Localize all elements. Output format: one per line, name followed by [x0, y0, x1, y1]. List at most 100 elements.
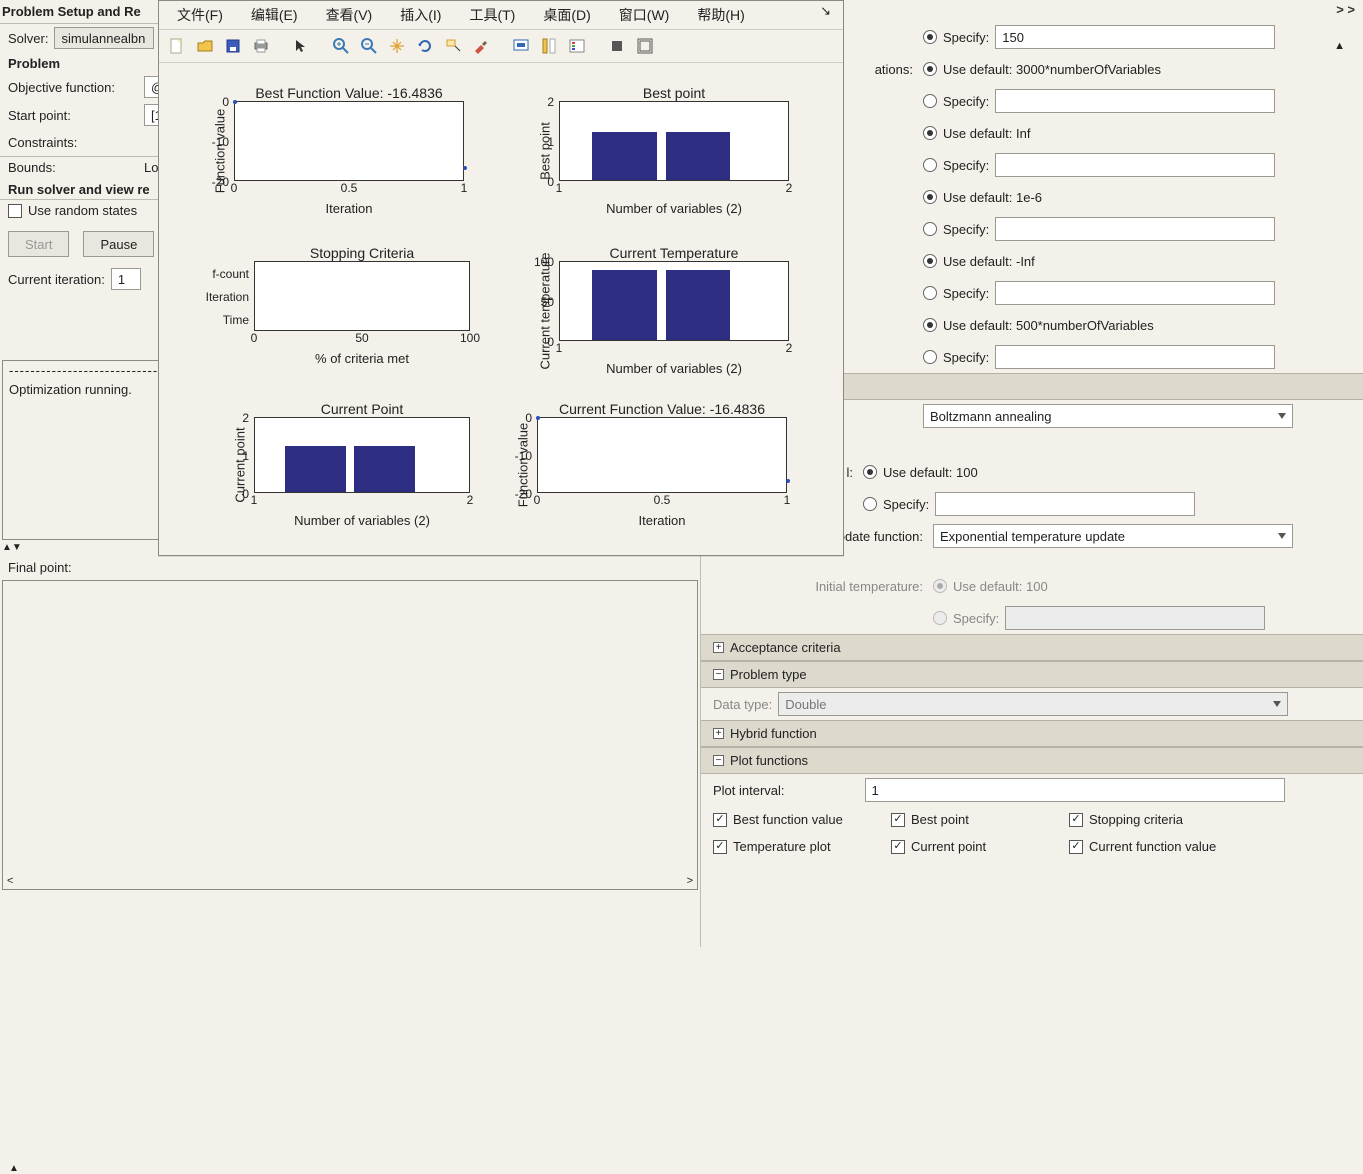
ninf-specify-label: Specify: — [943, 286, 989, 301]
tol-default-radio[interactable] — [923, 190, 937, 204]
solver-dropdown[interactable]: simulannealbn — [54, 27, 154, 49]
colorbar-icon[interactable] — [537, 34, 561, 58]
tol-default-label: Use default: 1e-6 — [943, 190, 1042, 205]
ninf-specify-radio[interactable] — [923, 286, 937, 300]
iterations-specify-label: Specify: — [943, 94, 989, 109]
layout-icon[interactable] — [633, 34, 657, 58]
inf-default-radio[interactable] — [923, 126, 937, 140]
menu-window[interactable]: 窗口(W) — [607, 3, 682, 27]
chart-xtick: 2 — [786, 181, 793, 195]
menu-tools[interactable]: 工具(T) — [457, 3, 527, 27]
figure-toolbar — [159, 30, 843, 63]
plot-temperature-label: Temperature plot — [733, 839, 831, 854]
link-icon[interactable] — [509, 34, 533, 58]
annealing-function-select[interactable]: Boltzmann annealing — [923, 404, 1293, 428]
plot-stopping-checkbox[interactable] — [1069, 813, 1083, 827]
hybrid-function-label: Hybrid function — [730, 726, 817, 741]
plot-best-fn-checkbox[interactable] — [713, 813, 727, 827]
reanneal-specify-radio[interactable] — [863, 497, 877, 511]
specify-150-input[interactable]: 150 — [995, 25, 1275, 49]
data-type-label: Data type: — [713, 697, 772, 712]
chart-xtick: 50 — [355, 331, 368, 345]
plot-current-point-label: Current point — [911, 839, 986, 854]
chart-title: Current Temperature — [559, 245, 789, 261]
print-icon[interactable] — [249, 34, 273, 58]
reanneal-default-radio[interactable] — [863, 465, 877, 479]
plot-current-point-checkbox[interactable] — [891, 840, 905, 854]
figure-dock-icon[interactable]: ↘ — [814, 3, 837, 27]
scroll-right-icon[interactable]: > — [687, 875, 693, 887]
plot-stopping-label: Stopping criteria — [1089, 812, 1183, 827]
chart-xtick: 0.5 — [654, 493, 671, 507]
problem-type-section[interactable]: −Problem type — [701, 661, 1363, 688]
datacursor-icon[interactable] — [441, 34, 465, 58]
rotate-icon[interactable] — [413, 34, 437, 58]
brush-icon[interactable] — [469, 34, 493, 58]
chart-xlabel: Number of variables (2) — [559, 201, 789, 216]
menu-insert[interactable]: 插入(I) — [388, 3, 453, 27]
ninf-default-radio[interactable] — [923, 254, 937, 268]
scroll-up-icon[interactable]: ▲ — [1334, 40, 1345, 52]
objective-function-label: Objective function: — [8, 80, 138, 95]
hybrid-function-section[interactable]: +Hybrid function — [701, 720, 1363, 747]
plot-best-point-checkbox[interactable] — [891, 813, 905, 827]
plot-temperature-checkbox[interactable] — [713, 840, 727, 854]
init-temp-default-radio — [933, 579, 947, 593]
tol-specify-radio[interactable] — [923, 222, 937, 236]
iterations-specify-input[interactable] — [995, 89, 1275, 113]
temp-update-select[interactable]: Exponential temperature update — [933, 524, 1293, 548]
init-temp-default-label: Use default: 100 — [953, 579, 1048, 594]
chart-point — [536, 416, 540, 420]
status-collapse-icon[interactable]: ▲▼ — [2, 542, 22, 553]
chart-point — [233, 100, 237, 104]
scroll-left-icon[interactable]: < — [7, 875, 13, 887]
menu-desktop[interactable]: 桌面(D) — [531, 3, 602, 27]
menu-help[interactable]: 帮助(H) — [685, 3, 756, 27]
stall-specify-input[interactable] — [995, 345, 1275, 369]
chart-ycat: Iteration — [206, 290, 255, 304]
pointer-icon[interactable] — [289, 34, 313, 58]
stall-default-label: Use default: 500*numberOfVariables — [943, 318, 1154, 333]
zoom-out-icon[interactable] — [357, 34, 381, 58]
plot-interval-input[interactable]: 1 — [865, 778, 1285, 802]
menu-edit[interactable]: 编辑(E) — [239, 3, 310, 27]
plot-current-fn-checkbox[interactable] — [1069, 840, 1083, 854]
inf-specify-input[interactable] — [995, 153, 1275, 177]
reanneal-specify-input[interactable] — [935, 492, 1195, 516]
zoom-in-icon[interactable] — [329, 34, 353, 58]
menu-view[interactable]: 查看(V) — [314, 3, 385, 27]
acceptance-criteria-label: Acceptance criteria — [730, 640, 841, 655]
stall-specify-radio[interactable] — [923, 350, 937, 364]
output-expand-icon[interactable]: ▲ — [9, 1163, 19, 1174]
start-button[interactable]: Start — [8, 231, 69, 257]
use-random-states-checkbox[interactable] — [8, 204, 22, 218]
constraints-label: Constraints: — [8, 135, 138, 150]
init-temp-specify-input — [1005, 606, 1265, 630]
new-icon[interactable] — [165, 34, 189, 58]
tol-specify-input[interactable] — [995, 217, 1275, 241]
inf-specify-radio[interactable] — [923, 158, 937, 172]
iterations-default-radio[interactable] — [923, 62, 937, 76]
chart-xlabel: % of criteria met — [254, 351, 470, 366]
pause-button[interactable]: Pause — [83, 231, 154, 257]
menu-file[interactable]: 文件(F) — [165, 3, 235, 27]
iterations-specify-radio[interactable] — [923, 94, 937, 108]
ninf-specify-input[interactable] — [995, 281, 1275, 305]
specify-150-radio[interactable] — [923, 30, 937, 44]
init-temp-specify-radio — [933, 611, 947, 625]
plot-functions-section[interactable]: −Plot functions — [701, 747, 1363, 774]
pan-icon[interactable] — [385, 34, 409, 58]
init-temp-specify-label: Specify: — [953, 611, 999, 626]
stop-icon[interactable] — [605, 34, 629, 58]
chart-bar — [592, 270, 656, 340]
open-icon[interactable] — [193, 34, 217, 58]
stall-default-radio[interactable] — [923, 318, 937, 332]
chart-ylabel: Function value — [213, 108, 228, 193]
chart-xtick: 100 — [460, 331, 480, 345]
acceptance-criteria-section[interactable]: +Acceptance criteria — [701, 634, 1363, 661]
chart-ytick: 2 — [242, 411, 255, 425]
chart-xtick: 0 — [251, 331, 258, 345]
legend-icon[interactable] — [565, 34, 589, 58]
save-icon[interactable] — [221, 34, 245, 58]
figure-window: 文件(F) 编辑(E) 查看(V) 插入(I) 工具(T) 桌面(D) 窗口(W… — [158, 0, 844, 556]
